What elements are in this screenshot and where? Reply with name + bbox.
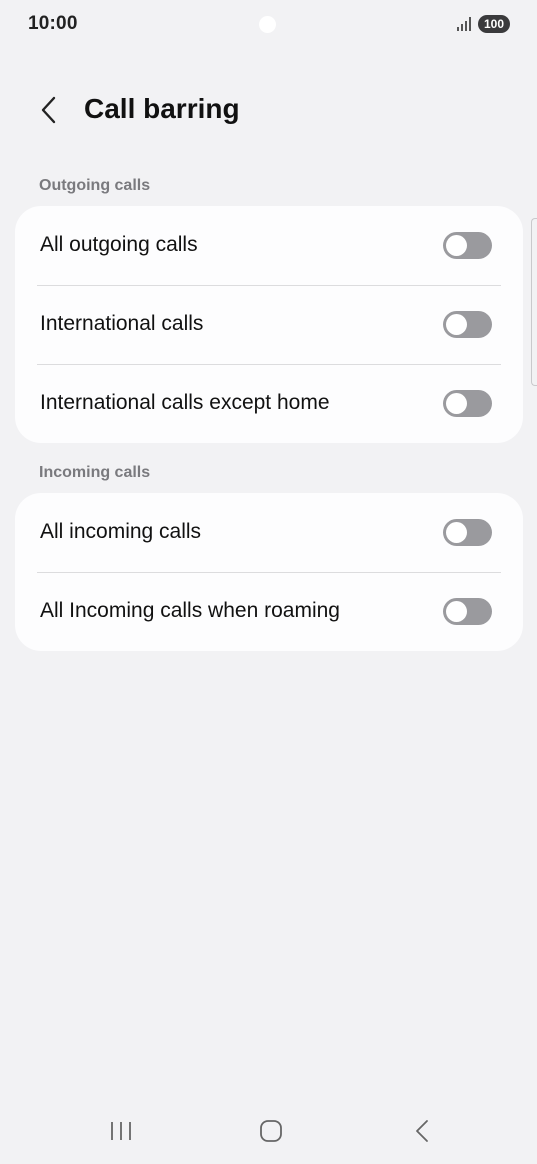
back-icon xyxy=(416,1120,428,1142)
setting-label: All outgoing calls xyxy=(40,233,198,256)
toggle-knob xyxy=(446,314,467,335)
scroll-indicator[interactable] xyxy=(531,218,537,386)
setting-row-international-except-home[interactable]: International calls except home xyxy=(15,364,523,443)
home-button[interactable] xyxy=(251,1114,291,1148)
toggle-switch-international-except-home[interactable] xyxy=(443,390,492,417)
status-time: 10:00 xyxy=(28,13,78,34)
toggle-switch-all-incoming[interactable] xyxy=(443,519,492,546)
recents-button[interactable] xyxy=(101,1114,141,1148)
outgoing-calls-card: All outgoing calls International calls I… xyxy=(15,206,523,443)
signal-bars-icon xyxy=(457,17,471,31)
back-button[interactable] xyxy=(30,90,68,130)
toggle-knob xyxy=(446,235,467,256)
setting-row-all-incoming[interactable]: All incoming calls xyxy=(15,493,523,572)
setting-row-incoming-roaming[interactable]: All Incoming calls when roaming xyxy=(15,572,523,651)
setting-label: All incoming calls xyxy=(40,520,202,543)
chevron-left-icon xyxy=(41,96,56,124)
screen: 10:00 100 Call barring Outgoing calls Al… xyxy=(0,0,537,1164)
battery-badge: 100 xyxy=(478,15,510,33)
setting-label: All Incoming calls when roaming xyxy=(40,599,340,622)
setting-label: International calls xyxy=(40,312,204,335)
section-label-outgoing: Outgoing calls xyxy=(39,177,151,194)
home-icon xyxy=(260,1120,282,1142)
setting-row-international[interactable]: International calls xyxy=(15,285,523,364)
header: Call barring xyxy=(0,82,537,140)
camera-cutout xyxy=(259,16,276,33)
section-label-incoming: Incoming calls xyxy=(39,464,151,481)
page-title: Call barring xyxy=(84,93,240,124)
toggle-switch-international[interactable] xyxy=(443,311,492,338)
setting-label: International calls except home xyxy=(40,391,330,414)
toggle-knob xyxy=(446,522,467,543)
toggle-knob xyxy=(446,393,467,414)
nav-back-button[interactable] xyxy=(402,1114,442,1148)
toggle-switch-incoming-roaming[interactable] xyxy=(443,598,492,625)
toggle-knob xyxy=(446,601,467,622)
incoming-calls-card: All incoming calls All Incoming calls wh… xyxy=(15,493,523,651)
toggle-switch-all-outgoing[interactable] xyxy=(443,232,492,259)
status-bar: 10:00 100 xyxy=(0,0,537,48)
navigation-bar xyxy=(0,1100,537,1164)
setting-row-all-outgoing[interactable]: All outgoing calls xyxy=(15,206,523,285)
recents-icon xyxy=(111,1122,131,1140)
